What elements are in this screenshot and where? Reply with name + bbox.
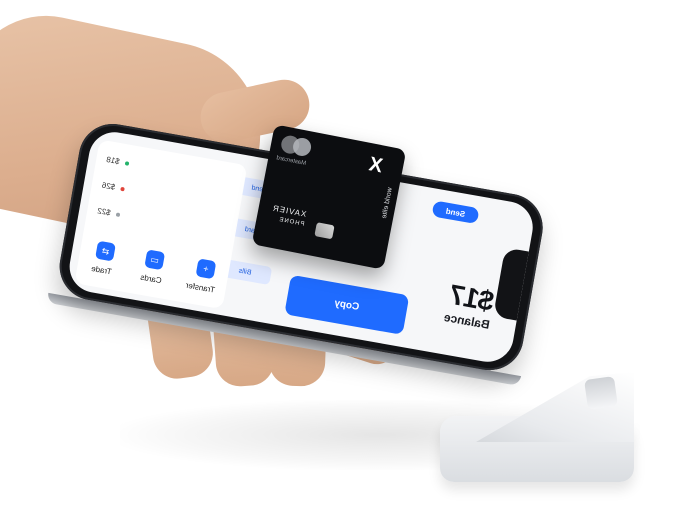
nav-label-transfer: Transfer: [185, 280, 216, 295]
card-tier-label: world elite: [380, 186, 394, 220]
card-brand-logo: X: [367, 153, 385, 178]
list-item[interactable]: $26: [101, 181, 125, 194]
plus-icon[interactable]: +: [195, 258, 217, 280]
mirrored-card-face: X Mastercard world elite XAVIER PHONE: [252, 124, 407, 269]
list-item[interactable]: $18: [106, 155, 130, 168]
arrows-icon[interactable]: ⇄: [95, 240, 116, 262]
nav-label-cards: Cards: [139, 272, 163, 286]
product-scene: Send $17 Balance Copy Send Card Bills $1…: [0, 0, 686, 531]
card-network-label: Mastercard: [275, 155, 307, 167]
status-dot: [119, 186, 125, 192]
card-holder-subline: PHONE: [277, 216, 305, 228]
activity-panel: $18 $26 $22 + Transfer ▭ Cards ⇄ Trade: [74, 139, 248, 310]
copy-button[interactable]: Copy: [284, 274, 410, 335]
emv-chip-icon: [314, 222, 335, 240]
status-dot: [124, 161, 129, 166]
card-terminal-dock: [440, 372, 634, 484]
nav-label-trade: Trade: [90, 263, 113, 277]
list-item-value: $26: [101, 180, 116, 192]
payment-card: X Mastercard world elite XAVIER PHONE: [251, 124, 407, 270]
card-holder-name: XAVIER: [271, 203, 308, 219]
send-pill-button[interactable]: Send: [431, 200, 480, 225]
mastercard-icon: [279, 134, 313, 158]
list-item[interactable]: $22: [97, 206, 121, 219]
list-item-value: $18: [105, 154, 121, 167]
card-icon[interactable]: ▭: [144, 249, 166, 271]
dock-slot: [584, 376, 618, 410]
status-dot: [115, 212, 120, 217]
list-item-value: $22: [96, 206, 112, 218]
